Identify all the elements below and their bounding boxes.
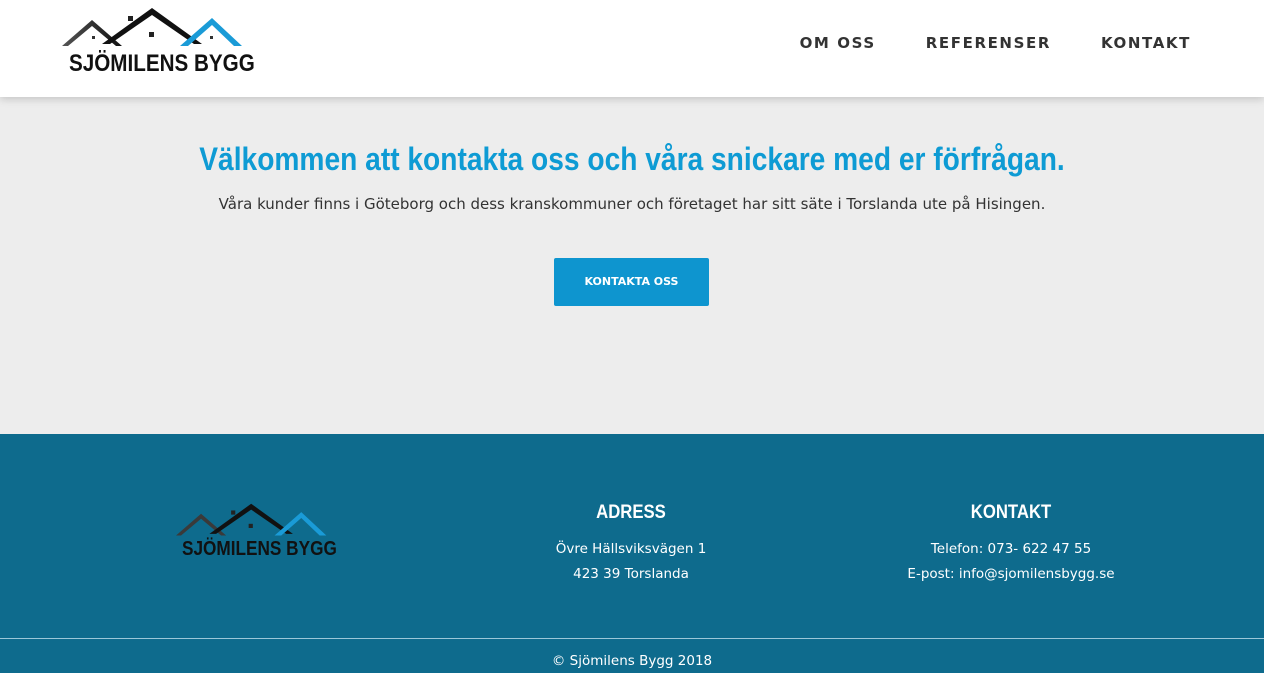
nav-item-om-oss[interactable]: OM OSS [800, 34, 876, 52]
footer-logo[interactable]: SJÖMILENS BYGG [176, 502, 337, 564]
address-title: ADRESS [596, 502, 666, 523]
nav-item-referenser[interactable]: REFERENSER [926, 34, 1051, 52]
contact-phone[interactable]: Telefon: 073- 622 47 55 [851, 537, 1171, 562]
contact-email[interactable]: E-post: info@sjomilensbygg.se [851, 562, 1171, 587]
address-line-2: 423 39 Torslanda [573, 566, 689, 582]
main-nav: OM OSS REFERENSER KONTAKT [800, 34, 1191, 52]
site-header: SJÖMILENS BYGG OM OSS REFERENSER KONTAKT [0, 0, 1264, 97]
logo-wordmark: SJÖMILENS BYGG [69, 50, 255, 77]
footer-contact: KONTAKT Telefon: 073- 622 47 55 E-post: … [851, 502, 1171, 587]
address-line-1: Övre Hällsviksvägen 1 [555, 541, 707, 557]
copyright: © Sjömilens Bygg 2018 [551, 653, 713, 669]
hero-section: Välkommen att kontakta oss och våra snic… [0, 97, 1264, 434]
contact-us-button[interactable]: KONTAKTA OSS [554, 258, 709, 306]
footer-logo-wordmark: SJÖMILENS BYGG [182, 538, 337, 560]
logo[interactable]: SJÖMILENS BYGG [62, 6, 255, 80]
footer-divider [0, 638, 1264, 639]
contact-title: KONTAKT [970, 502, 1052, 523]
site-footer: SJÖMILENS BYGG ADRESS Övre Hällsviksväge… [0, 434, 1264, 673]
hero-title: Välkommen att kontakta oss och våra snic… [199, 141, 1065, 177]
nav-item-kontakt[interactable]: KONTAKT [1101, 34, 1191, 52]
footer-address: ADRESS Övre Hällsviksvägen 1 423 39 Tors… [471, 502, 791, 587]
hero-subtitle: Våra kunder finns i Göteborg och dess kr… [218, 195, 1046, 213]
